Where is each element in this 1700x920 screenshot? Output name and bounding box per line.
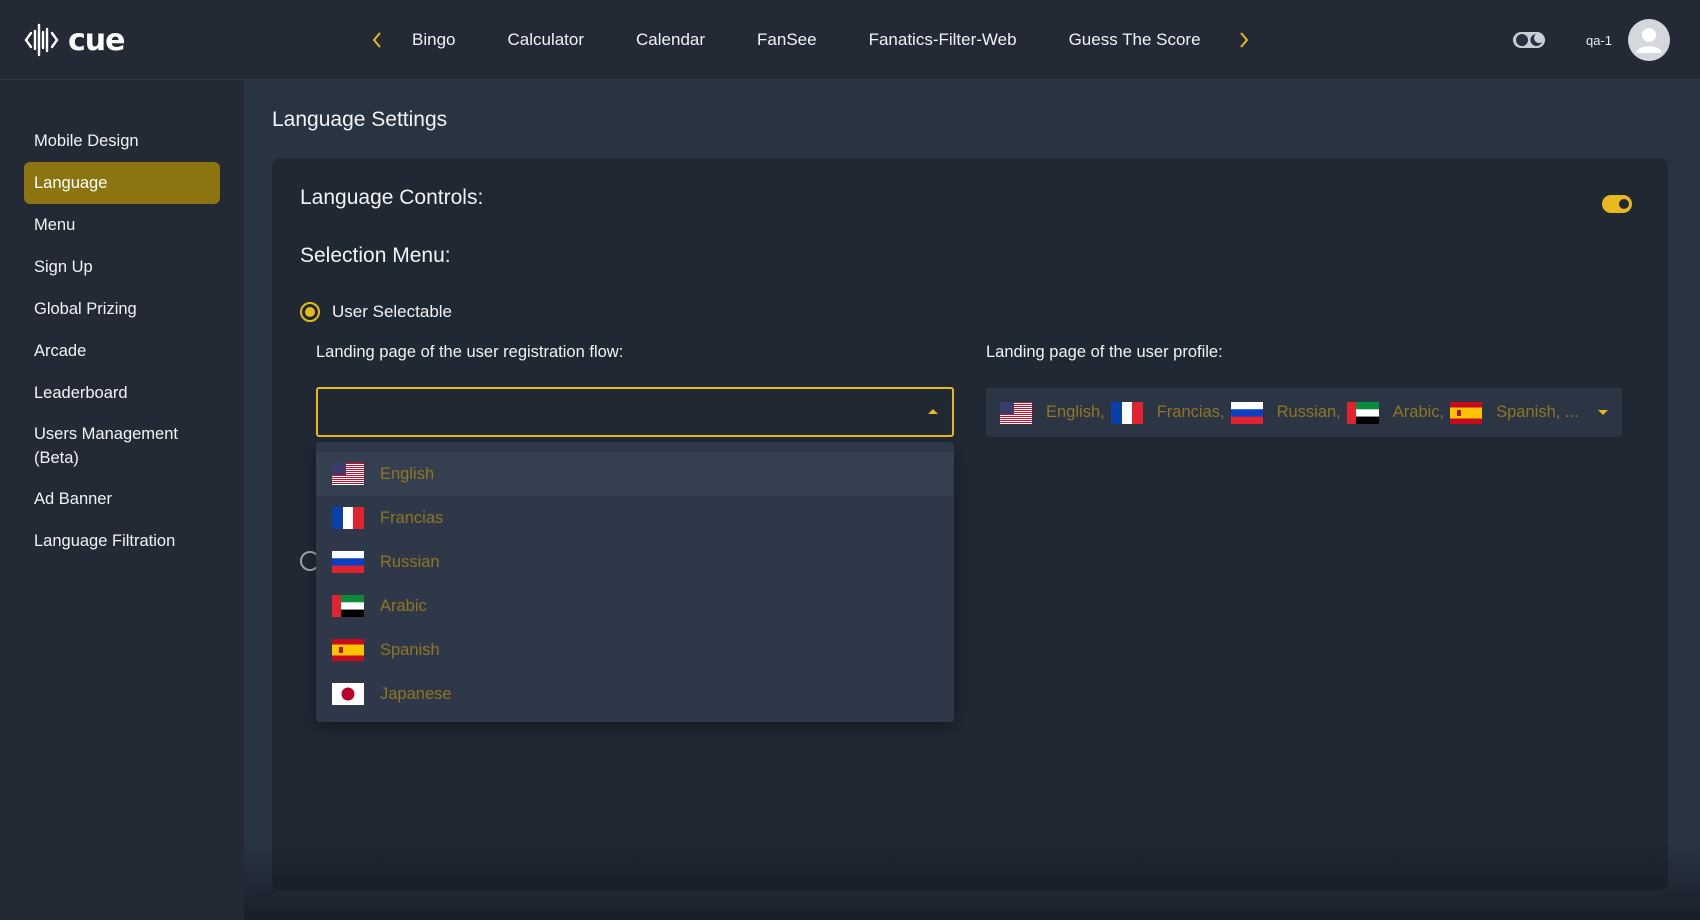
language-option-label: English [380, 464, 435, 483]
language-option-label: Francias [380, 508, 444, 527]
logo[interactable]: cue [24, 20, 125, 60]
language-option-russian[interactable]: Russian [316, 540, 954, 584]
selected-language-label: Arabic, [1392, 403, 1445, 421]
nav-tab-guess-the-score[interactable]: Guess The Score [1043, 30, 1227, 50]
language-option-arabic[interactable]: Arabic [316, 584, 954, 628]
profile-language-select[interactable]: English, Francias, Russian, Arabic, Spanish,… [986, 388, 1622, 437]
sidebar-item-label: Sign Up [34, 258, 93, 276]
sidebar-item-ad-banner[interactable]: Ad Banner [24, 478, 220, 520]
selected-language-chip: Russian, [1230, 401, 1347, 424]
selected-language-label: Russian, [1276, 403, 1341, 421]
nav-prev-button[interactable] [360, 23, 394, 57]
nav-tab-calendar[interactable]: Calendar [610, 30, 731, 50]
france-flag-icon [332, 507, 364, 529]
chevron-left-icon [372, 32, 381, 48]
sidebar-item-sign-up[interactable]: Sign Up [24, 246, 220, 288]
nav-tabs: Bingo Calculator Calendar FanSee Fanatics-Fi… [394, 30, 1227, 50]
user-avatar[interactable] [1628, 19, 1670, 61]
chevron-right-icon [1239, 32, 1248, 48]
language-option-label: Japanese [380, 684, 452, 703]
language-option-label: Russian [380, 552, 440, 571]
sidebar: Mobile Design Language Menu Sign Up Global P… [0, 80, 244, 920]
app-nav: Bingo Calculator Calendar FanSee Fanatics-Fi… [360, 0, 1261, 80]
language-controls-heading: Language Controls: [300, 186, 484, 209]
sidebar-item-label: Leaderboard [34, 384, 128, 402]
language-controls-toggle[interactable] [1602, 195, 1632, 213]
main-content: Language Settings Language Controls: Sel… [244, 80, 1700, 920]
sidebar-item-label: Global Prizing [34, 300, 137, 318]
sidebar-item-global-prizing[interactable]: Global Prizing [24, 288, 220, 330]
language-option-english[interactable]: English [316, 452, 954, 496]
radio-checked-icon [300, 302, 320, 322]
cue-logo-icon [24, 23, 59, 57]
top-right-controls: qa-1 [1512, 19, 1670, 61]
brand-name: cue [68, 22, 125, 58]
registration-field-label: Landing page of the user registration fl… [316, 343, 624, 361]
nav-tab-fansee[interactable]: FanSee [731, 30, 843, 50]
language-option-label: Arabic [380, 596, 427, 615]
language-option-label: Spanish [380, 640, 440, 659]
sidebar-item-leaderboard[interactable]: Leaderboard [24, 372, 220, 414]
user-avatar-icon [1636, 28, 1662, 53]
selected-language-label: Spanish, ... [1496, 403, 1579, 421]
selected-language-chip: Spanish, ... [1450, 401, 1585, 424]
toggle-knob [1619, 199, 1629, 209]
selected-language-chip: Francias, [1110, 401, 1231, 424]
japan-flag-icon [332, 683, 364, 705]
caret-down-icon [1598, 410, 1608, 415]
username: qa-1 [1585, 32, 1612, 48]
sidebar-item-label: Mobile Design [34, 132, 139, 150]
sidebar-item-label: Ad Banner [34, 490, 112, 508]
top-bar: cue Bingo Calculator Calendar FanSee Fanatic… [0, 0, 1700, 80]
sidebar-item-users-management-beta[interactable]: Users Management (Beta) [24, 414, 220, 478]
page-title: Language Settings [272, 108, 448, 131]
theme-toggle-icon[interactable] [1512, 29, 1546, 51]
selected-language-label: English, [1046, 403, 1105, 421]
selected-language-chip: Arabic, [1346, 401, 1450, 424]
spain-flag-icon [1450, 401, 1483, 424]
us-flag-icon [1000, 401, 1032, 424]
sidebar-item-menu[interactable]: Menu [24, 204, 220, 246]
registration-language-select[interactable] [316, 387, 954, 437]
registration-language-dropdown: English Francias Russian Arabic Spanish Japan… [316, 442, 954, 722]
spain-flag-icon [332, 639, 364, 661]
sidebar-item-mobile-design[interactable]: Mobile Design [24, 120, 220, 162]
user-selectable-radio[interactable]: User Selectable [300, 302, 452, 322]
nav-tab-fanatics-filter-web[interactable]: Fanatics-Filter-Web [843, 30, 1043, 50]
nav-tab-calculator[interactable]: Calculator [481, 30, 610, 50]
caret-up-icon [928, 409, 938, 414]
language-option-japanese[interactable]: Japanese [316, 672, 954, 716]
profile-field-label: Landing page of the user profile: [986, 343, 1223, 361]
sidebar-item-language[interactable]: Language [24, 162, 220, 204]
russia-flag-icon [1230, 401, 1263, 424]
sidebar-item-label: Language [34, 174, 108, 192]
sidebar-item-arcade[interactable]: Arcade [24, 330, 220, 372]
uae-flag-icon [332, 595, 364, 617]
france-flag-icon [1110, 401, 1143, 424]
sidebar-item-label: Menu [34, 216, 76, 234]
nav-tab-bingo[interactable]: Bingo [394, 30, 481, 50]
sidebar-item-label: Users Management (Beta) [34, 425, 178, 467]
sidebar-item-label: Language Filtration [34, 532, 176, 550]
us-flag-icon [332, 463, 364, 485]
language-option-francias[interactable]: Francias [316, 496, 954, 540]
settings-card: Language Controls: Selection Menu: User … [272, 158, 1668, 890]
uae-flag-icon [1346, 401, 1379, 424]
nav-next-button[interactable] [1227, 23, 1261, 57]
sidebar-item-language-filtration[interactable]: Language Filtration [24, 520, 220, 562]
russia-flag-icon [332, 551, 364, 573]
profile-selected-languages: English, Francias, Russian, Arabic, Spanish,… [1000, 401, 1585, 424]
selected-language-chip: English, [1000, 401, 1111, 424]
user-selectable-label: User Selectable [332, 302, 453, 321]
sidebar-menu: Mobile Design Language Menu Sign Up Global P… [24, 120, 220, 562]
sidebar-item-label: Arcade [34, 342, 87, 360]
language-option-spanish[interactable]: Spanish [316, 628, 954, 672]
selection-menu-heading: Selection Menu: [300, 244, 451, 267]
selected-language-label: Francias, [1156, 403, 1225, 421]
